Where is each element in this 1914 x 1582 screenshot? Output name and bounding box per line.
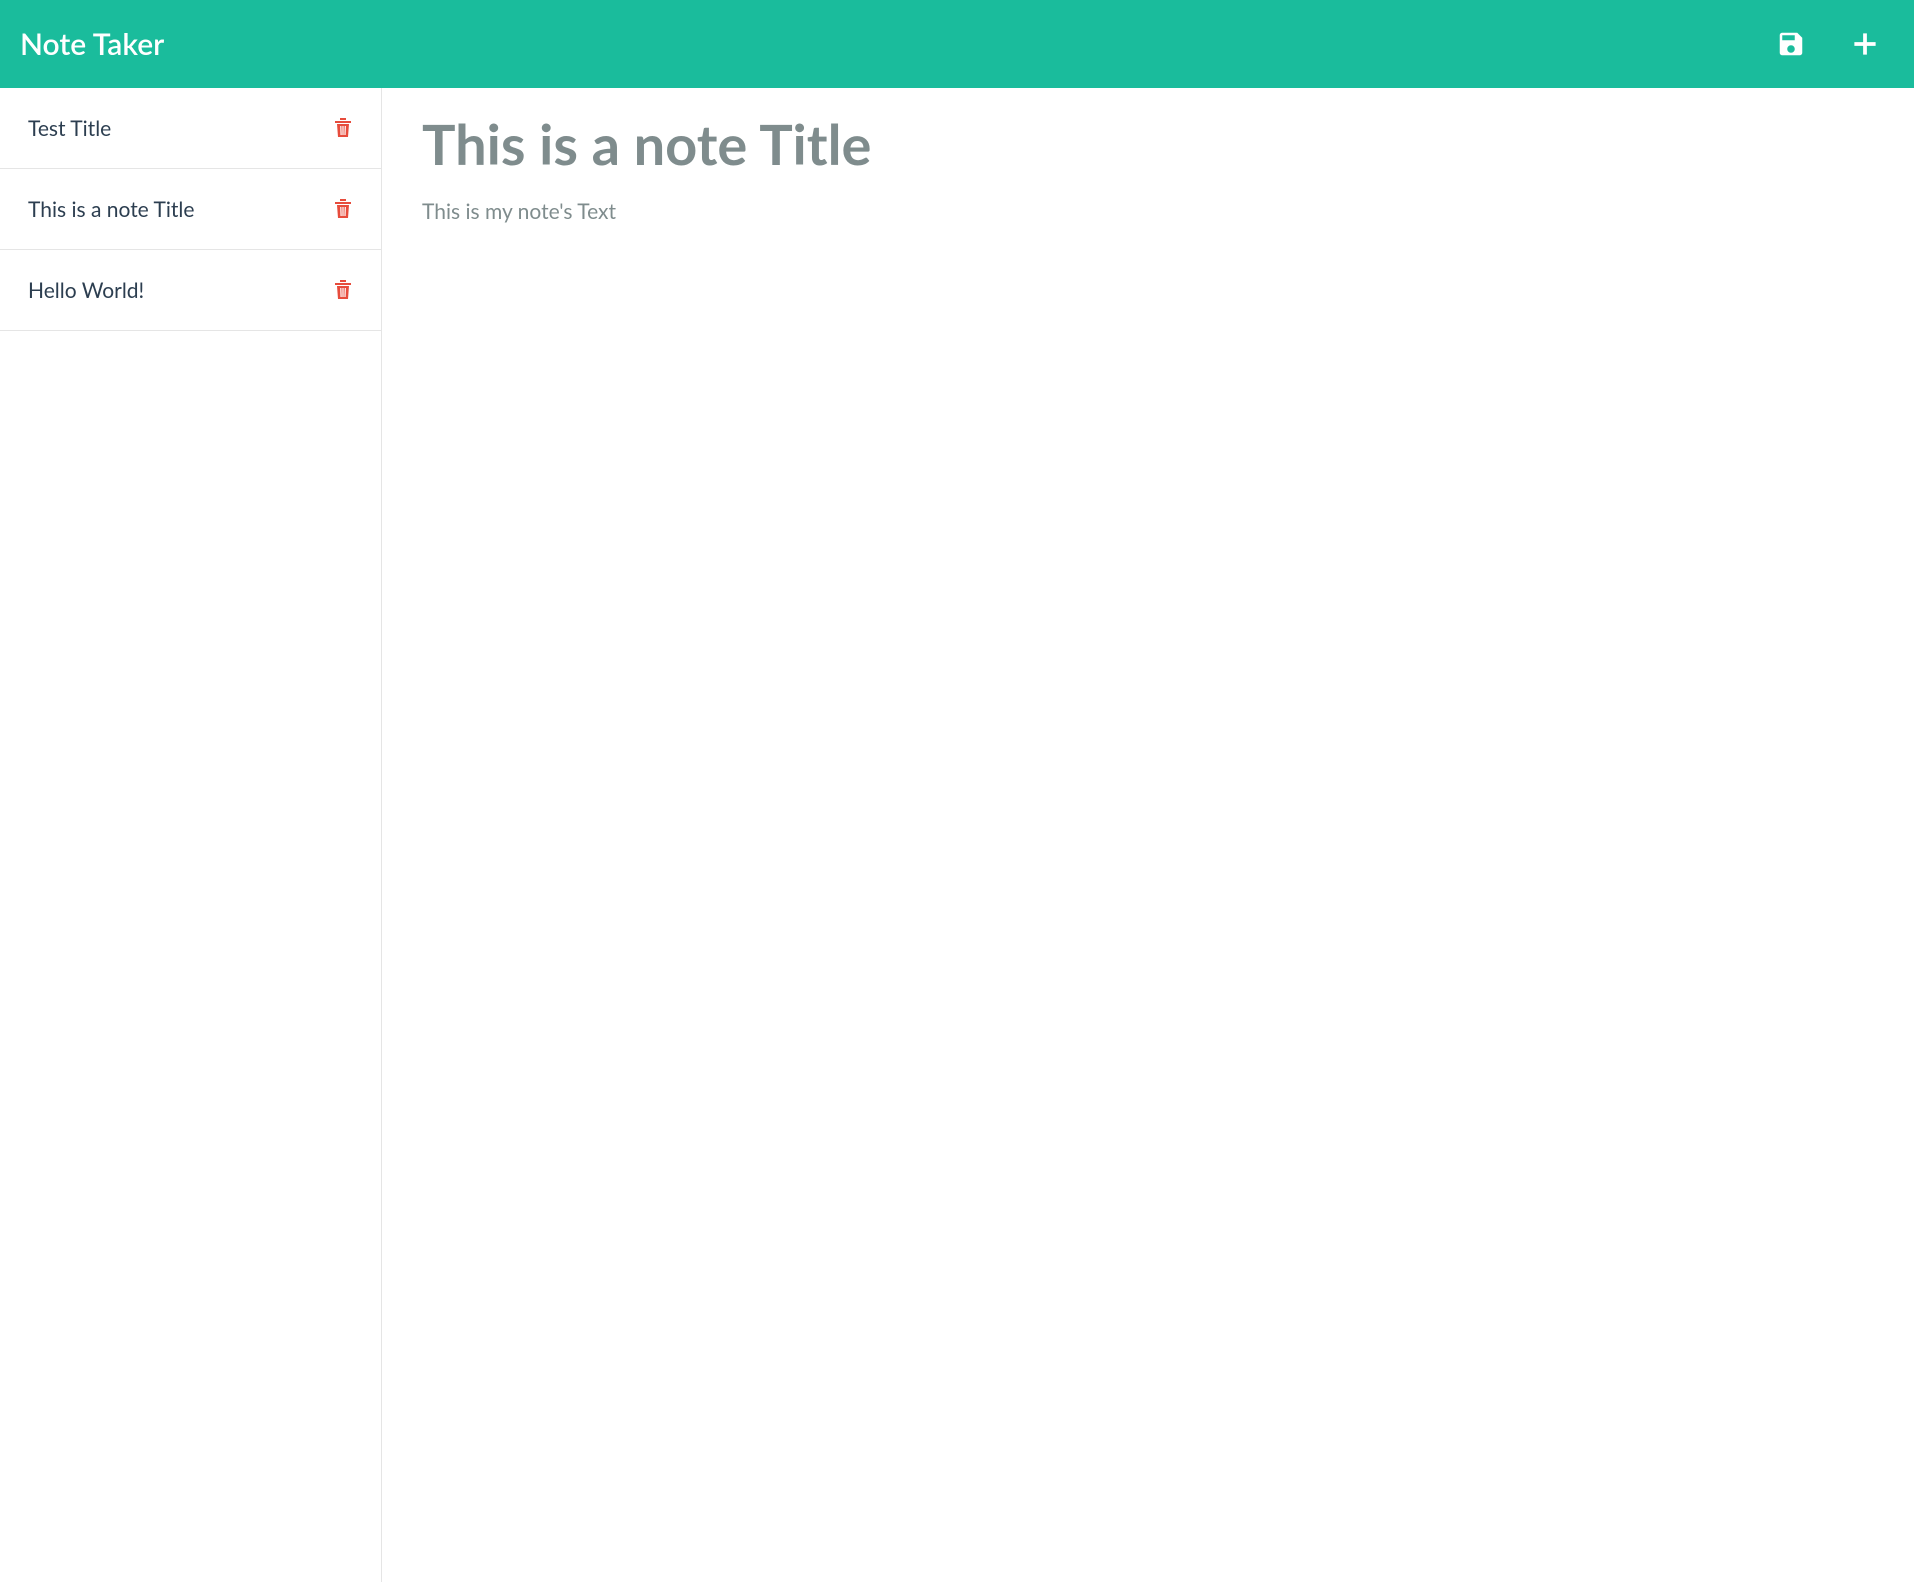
- note-editor: [382, 88, 1914, 1582]
- note-title-input[interactable]: [422, 102, 1874, 190]
- note-body-textarea[interactable]: [422, 190, 1874, 1552]
- delete-note-button[interactable]: [329, 276, 357, 304]
- note-list-sidebar: Test Title This is a note Title: [0, 88, 382, 1582]
- trash-icon: [331, 197, 355, 221]
- trash-icon: [331, 116, 355, 140]
- app-root: Note Taker Test Title: [0, 0, 1914, 1582]
- save-button[interactable]: [1772, 25, 1810, 63]
- delete-note-button[interactable]: [329, 114, 357, 142]
- app-header: Note Taker: [0, 0, 1914, 88]
- delete-note-button[interactable]: [329, 195, 357, 223]
- main-split: Test Title This is a note Title: [0, 88, 1914, 1582]
- header-actions: [1772, 25, 1894, 63]
- app-title: Note Taker: [20, 26, 1772, 62]
- add-note-button[interactable]: [1846, 25, 1884, 63]
- save-icon: [1776, 29, 1806, 59]
- plus-icon: [1850, 29, 1880, 59]
- trash-icon: [331, 278, 355, 302]
- note-list-item-title: Hello World!: [28, 278, 160, 303]
- note-list-item[interactable]: Hello World!: [0, 250, 381, 331]
- note-list-item-title: Test Title: [28, 116, 127, 141]
- note-list-item[interactable]: This is a note Title: [0, 169, 381, 250]
- note-list-item[interactable]: Test Title: [0, 88, 381, 169]
- note-list-item-title: This is a note Title: [28, 197, 210, 222]
